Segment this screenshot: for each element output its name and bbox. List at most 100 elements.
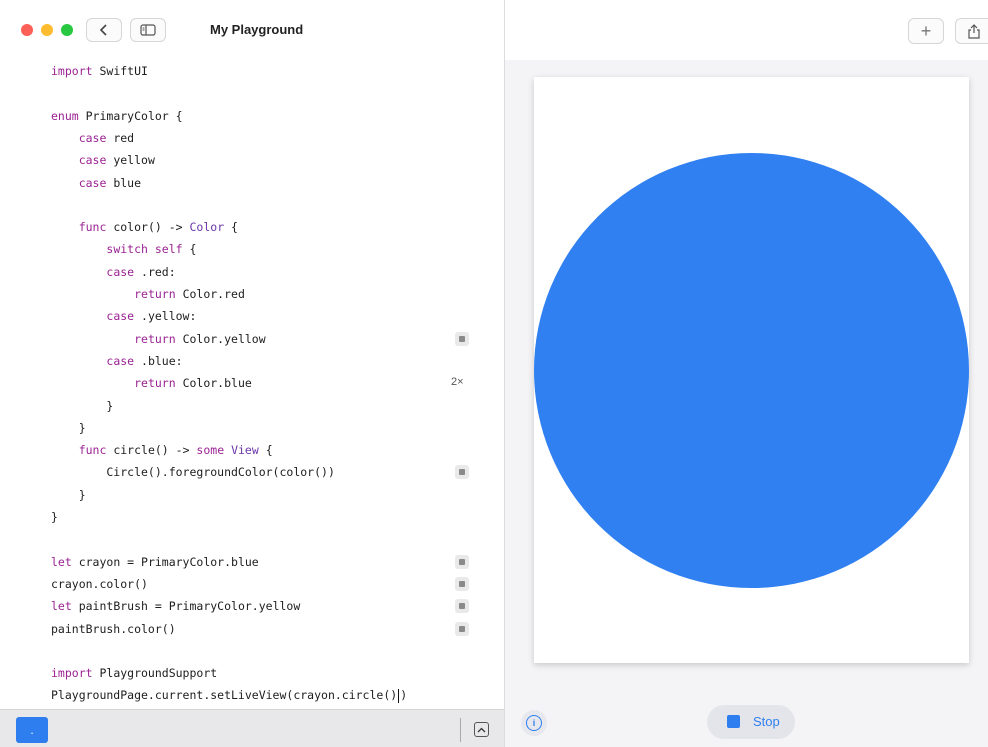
code-token: Circle().foregroundColor(color()) <box>51 465 335 480</box>
playground-window: My Playground import SwiftUI enum Primary… <box>0 0 988 747</box>
code-line[interactable]: crayon.color() <box>51 575 148 593</box>
add-button[interactable]: + <box>908 18 944 44</box>
type-token: Color <box>189 220 225 235</box>
info-glyph: i <box>532 718 536 728</box>
type-token: View <box>231 443 259 458</box>
minimize-window-button[interactable] <box>41 24 53 36</box>
code-token: Color.blue <box>175 376 252 391</box>
title-bar: My Playground <box>0 0 504 60</box>
window-title: My Playground <box>210 22 304 37</box>
code-token: paintBrush.color() <box>51 621 176 636</box>
toggle-sidebar-button[interactable] <box>130 18 166 42</box>
code-token: crayon.color() <box>51 576 148 591</box>
code-line[interactable]: let crayon = PrimaryColor.blue <box>51 553 259 571</box>
keyword-token: case <box>78 175 107 190</box>
code-line[interactable]: return Color.red <box>51 285 245 303</box>
code-line[interactable]: switch self { <box>51 240 196 258</box>
code-line[interactable]: } <box>51 508 58 526</box>
code-line[interactable]: import SwiftUI <box>51 62 148 80</box>
stop-icon <box>727 715 740 728</box>
quick-look-result-icon[interactable] <box>455 331 469 346</box>
keyword-token: case <box>106 353 135 368</box>
code-token: PlaygroundSupport <box>92 666 218 681</box>
code-editor-pane[interactable]: My Playground import SwiftUI enum Primary… <box>0 0 505 747</box>
code-token: { <box>258 443 273 458</box>
code-line[interactable]: } <box>51 397 113 415</box>
code-line[interactable]: return Color.blue <box>51 374 252 392</box>
quick-look-result-icon[interactable] <box>455 554 469 569</box>
result-glyph <box>459 580 465 587</box>
code-line[interactable]: case blue <box>51 174 141 192</box>
code-line[interactable]: PlaygroundPage.current.setLiveView(crayo… <box>51 686 407 704</box>
keyword-token: case <box>78 130 107 145</box>
code-line[interactable]: case yellow <box>51 151 155 169</box>
code-token: .yellow: <box>134 309 197 324</box>
code-line[interactable]: let paintBrush = PrimaryColor.yellow <box>51 597 300 615</box>
keyword-token: case <box>106 264 135 279</box>
quick-look-result-icon[interactable] <box>455 599 469 614</box>
code-token: .red: <box>134 264 176 279</box>
live-view-pane: + i Stop <box>505 0 988 747</box>
run-button[interactable]: . <box>16 717 48 743</box>
code-line[interactable]: import PlaygroundSupport <box>51 664 217 682</box>
zoom-window-button[interactable] <box>61 24 73 36</box>
code-line[interactable]: case .red: <box>51 263 176 281</box>
code-line[interactable]: paintBrush.color() <box>51 620 176 638</box>
result-count[interactable]: 2× <box>451 376 464 388</box>
code-line[interactable]: enum PrimaryColor { <box>51 107 183 125</box>
code-line[interactable]: } <box>51 419 86 437</box>
result-glyph <box>459 558 465 565</box>
code-token: PlaygroundPage.current.setLiveView(crayo… <box>51 688 398 703</box>
code-token: } <box>51 487 86 502</box>
code-token: crayon = PrimaryColor.blue <box>71 554 259 569</box>
run-icon: . <box>30 723 34 737</box>
blue-circle <box>534 153 969 588</box>
code-line[interactable]: Circle().foregroundColor(color()) <box>51 463 335 481</box>
live-view-toolbar: + <box>505 0 988 60</box>
code-token: red <box>106 130 135 145</box>
quick-look-result-icon[interactable] <box>455 576 469 591</box>
code-line[interactable]: case .blue: <box>51 352 182 370</box>
code-token: blue <box>106 175 142 190</box>
code-token: } <box>51 420 86 435</box>
share-button[interactable] <box>955 18 988 44</box>
code-token: ) <box>400 688 408 703</box>
keyword-token: let <box>51 599 72 614</box>
keyword-token: import <box>51 64 93 78</box>
code-line[interactable]: case red <box>51 129 134 147</box>
code-line[interactable]: func circle() -> some View { <box>51 441 273 459</box>
keyword-token: let <box>51 554 72 569</box>
back-button[interactable] <box>86 18 122 42</box>
code-line[interactable]: } <box>51 486 86 504</box>
quick-look-result-icon[interactable] <box>455 621 469 636</box>
close-window-button[interactable] <box>21 24 33 36</box>
editor-bottom-bar: . <box>0 709 504 747</box>
live-view-canvas[interactable] <box>534 77 969 663</box>
stop-button[interactable]: Stop <box>707 705 795 739</box>
stop-label: Stop <box>753 714 780 729</box>
code-line[interactable]: case .yellow: <box>51 307 196 325</box>
code-line[interactable]: func color() -> Color { <box>51 218 238 236</box>
code-line[interactable]: return Color.yellow <box>51 330 266 348</box>
code-token: { <box>224 220 238 235</box>
info-icon: i <box>526 715 542 731</box>
keyword-token: func <box>78 443 107 458</box>
result-glyph <box>459 335 465 342</box>
quick-look-result-icon[interactable] <box>455 465 469 480</box>
expand-icon[interactable] <box>474 722 489 737</box>
info-button[interactable]: i <box>521 710 547 736</box>
plus-icon: + <box>920 20 932 41</box>
keyword-token: return <box>134 287 176 301</box>
